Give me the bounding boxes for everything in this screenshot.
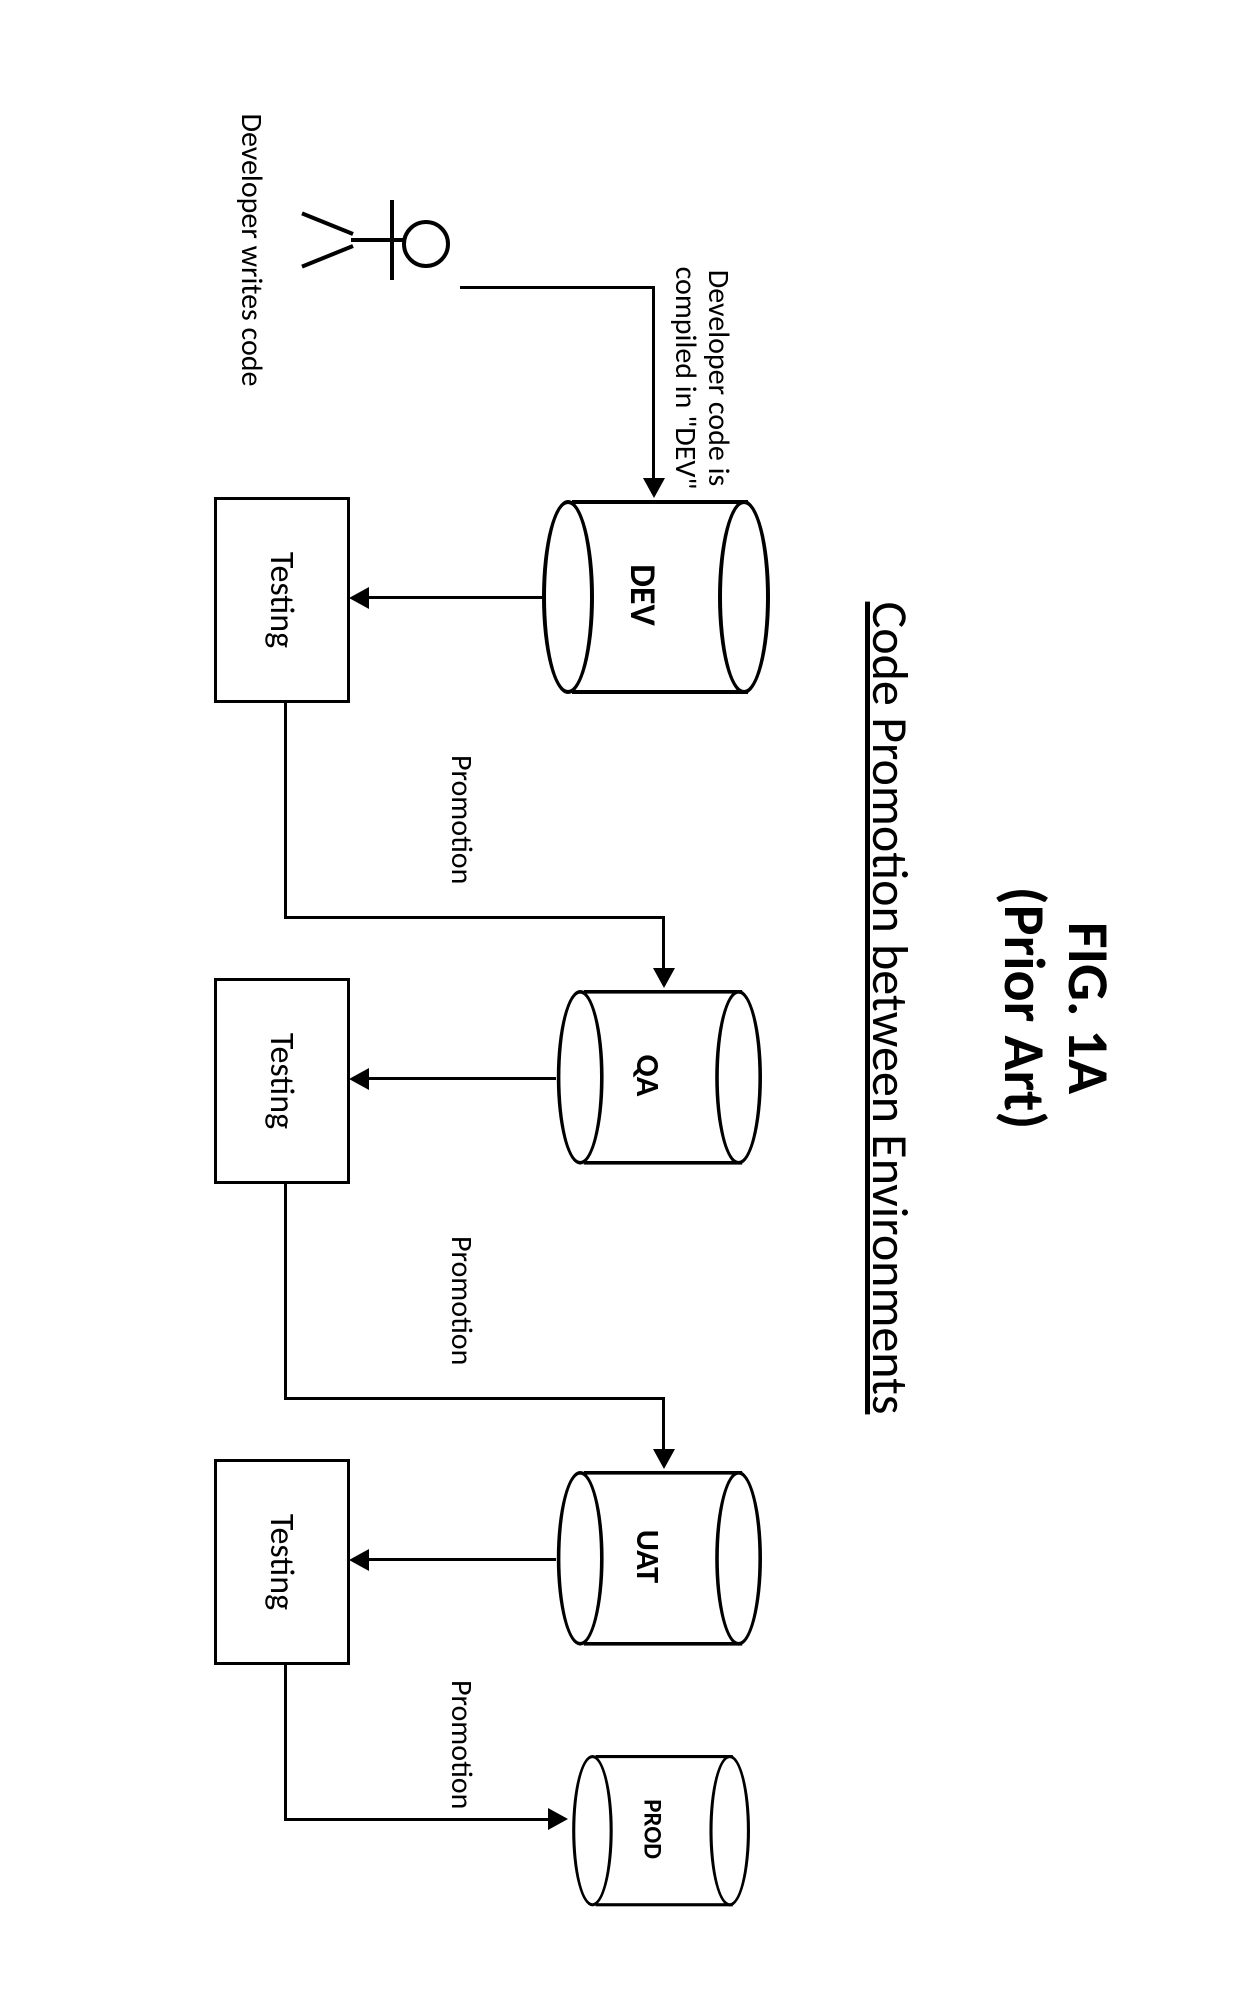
arrow-head-dev-to-test1 (349, 587, 369, 609)
env-dev-label: DEV (621, 500, 665, 690)
dev-entry-line1: Developer code is (700, 270, 737, 486)
arrow-uat-to-test3 (367, 1558, 556, 1561)
promotion-label-2: Promotion (443, 1236, 480, 1365)
arrow-qa-to-test2 (367, 1077, 556, 1080)
arrow-head-developer-to-dev (643, 478, 665, 498)
arrow-promo2-v (284, 1397, 665, 1400)
dev-entry-label: Developer code is compiled in "DEV" (669, 258, 735, 498)
arrow-developer-to-dev (652, 288, 655, 480)
arrow-promo1-v (284, 916, 665, 919)
arrow-head-promo1 (653, 968, 675, 988)
figure-title: FIG. 1A (Prior Art) (992, 0, 1120, 2016)
developer-caption: Developer writes code (233, 100, 270, 400)
env-prod-icon: PROD (578, 1755, 750, 1903)
testing-uat-box: Testing (214, 1459, 350, 1665)
dev-entry-line2: compiled in "DEV" (667, 267, 704, 490)
env-dev-icon: DEV (550, 500, 770, 690)
env-qa-icon: QA (564, 990, 762, 1161)
arrow-dev-to-test1 (367, 596, 542, 599)
arrow-promo3-h (284, 1665, 287, 1820)
testing-dev-box: Testing (214, 497, 350, 703)
arrow-promo1-h (284, 703, 287, 918)
figure-subtitle: Code Promotion between Environments (859, 0, 920, 2016)
arrow-promo2-h (284, 1184, 287, 1399)
arrow-head-promo2 (653, 1449, 675, 1469)
developer-actor-icon (290, 200, 450, 280)
arrow-head-qa-to-test2 (349, 1068, 369, 1090)
promotion-label-3: Promotion (443, 1680, 480, 1809)
testing-qa-box: Testing (214, 978, 350, 1184)
arrow-promo1-h2 (662, 916, 665, 970)
testing-dev-label: Testing (262, 552, 303, 648)
arrow-stub-developer (460, 286, 655, 289)
arrow-head-promo3 (548, 1808, 568, 1830)
env-prod-label: PROD (638, 1755, 668, 1903)
arrow-promo3-v (284, 1818, 550, 1821)
figure-title-line2: (Prior Art) (989, 887, 1060, 1130)
figure-title-line1: FIG. 1A (1053, 922, 1124, 1094)
arrow-promo2-h2 (662, 1397, 665, 1451)
arrow-head-uat-to-test3 (349, 1549, 369, 1571)
env-uat-label: UAT (628, 1471, 668, 1642)
testing-uat-label: Testing (262, 1514, 303, 1610)
diagram-stage: FIG. 1A (Prior Art) Code Promotion betwe… (0, 0, 1240, 2016)
env-uat-icon: UAT (564, 1471, 762, 1642)
env-qa-label: QA (628, 990, 668, 1161)
testing-qa-label: Testing (262, 1033, 303, 1129)
promotion-label-1: Promotion (443, 755, 480, 884)
